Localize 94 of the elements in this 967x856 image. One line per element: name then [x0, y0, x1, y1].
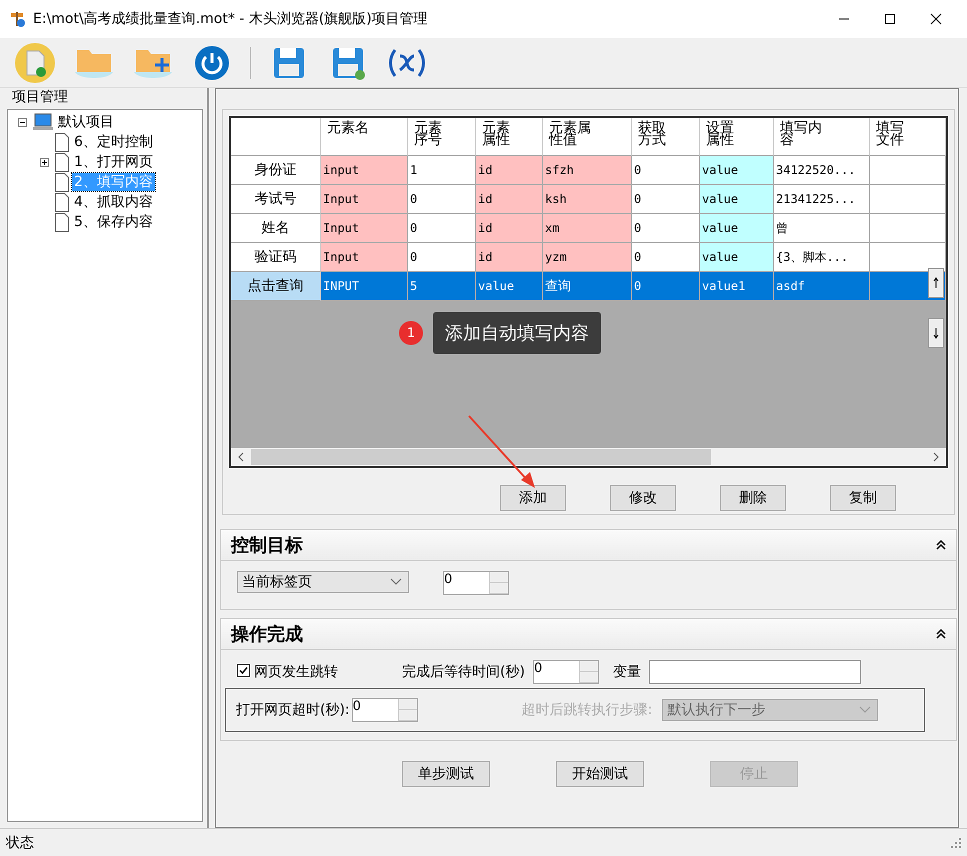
table-button[interactable]: 修改	[610, 485, 676, 511]
table-cell: 5	[408, 272, 476, 301]
table-cell: ksh	[543, 185, 632, 214]
computer-icon	[32, 113, 54, 131]
scroll-up-button[interactable]	[928, 268, 944, 298]
table-cell: 1	[408, 156, 476, 185]
variable-label: 变量	[612, 663, 641, 681]
table-cell: INPUT	[321, 272, 408, 301]
app-icon	[9, 10, 27, 28]
document-icon	[54, 192, 70, 212]
table-cell: 曾	[774, 214, 870, 243]
table-cell: 0	[632, 243, 700, 272]
tree-item[interactable]: 4、抓取内容	[72, 193, 155, 211]
document-icon	[54, 152, 70, 172]
table-button[interactable]: 删除	[720, 485, 786, 511]
timeout-spinner[interactable]: 0	[352, 698, 418, 722]
table-cell: 0	[408, 214, 476, 243]
chevron-right-icon[interactable]	[932, 452, 940, 462]
table-cell: id	[476, 156, 543, 185]
table-cell: input	[321, 156, 408, 185]
tree-item[interactable]: 5、保存内容	[72, 213, 155, 231]
target-dropdown[interactable]: 当前标签页	[237, 571, 409, 593]
table-cell: 0	[632, 156, 700, 185]
column-header: 填写文件	[870, 118, 946, 156]
table-cell: yzm	[543, 243, 632, 272]
table-cell: 34122520...	[774, 156, 870, 185]
arrow-up-icon	[933, 277, 939, 289]
table-cell: id	[476, 185, 543, 214]
table-cell: 0	[408, 243, 476, 272]
test-button[interactable]: 开始测试	[556, 761, 644, 787]
table-cell: value	[700, 185, 774, 214]
table-cell: {3、脚本...	[774, 243, 870, 272]
table-cell: value	[700, 156, 774, 185]
column-header: 元素名	[321, 118, 408, 156]
collapse-icon[interactable]	[936, 540, 946, 550]
column-header: 元素序号	[408, 118, 476, 156]
document-icon	[54, 172, 70, 192]
table-button[interactable]: 复制	[830, 485, 896, 511]
tree-item[interactable]: 6、定时控制	[72, 133, 155, 151]
wait-label: 完成后等待时间(秒)	[402, 663, 525, 681]
column-header: 元素属性值	[543, 118, 632, 156]
new-document-icon[interactable]	[14, 42, 56, 84]
section-title: 操作完成	[231, 623, 303, 646]
table-cell: value	[700, 214, 774, 243]
scroll-down-button[interactable]	[928, 318, 944, 348]
table-cell: 0	[632, 185, 700, 214]
table-cell: Input	[321, 185, 408, 214]
table-button[interactable]: 添加	[500, 485, 566, 511]
row-header[interactable]: 点击查询	[231, 272, 321, 301]
chevron-left-icon[interactable]	[237, 452, 245, 462]
test-button[interactable]: 单步测试	[402, 761, 490, 787]
collapse-icon[interactable]	[936, 629, 946, 639]
document-icon	[54, 132, 70, 152]
jump-label: 超时后跳转执行步骤:	[522, 701, 652, 719]
table-cell: xm	[543, 214, 632, 243]
status-text: 状态	[6, 834, 34, 852]
table-cell: sfzh	[543, 156, 632, 185]
tree-item[interactable]: 1、打开网页	[72, 153, 155, 171]
arrow-down-icon	[933, 327, 939, 339]
table-cell: 0	[632, 214, 700, 243]
horizontal-scrollbar[interactable]	[231, 448, 946, 466]
table-cell: value1	[700, 272, 774, 301]
column-header: 填写内容	[774, 118, 870, 156]
table-cell: value	[700, 243, 774, 272]
panel-title: 项目管理	[11, 88, 69, 106]
table-cell: id	[476, 243, 543, 272]
table-cell: 0	[632, 272, 700, 301]
tree-item[interactable]: 默认项目	[56, 113, 116, 131]
variable-field[interactable]	[648, 660, 861, 684]
column-header: 元素属性	[476, 118, 543, 156]
checkbox-label: 网页发生跳转	[254, 663, 338, 681]
caret-icon	[859, 706, 872, 714]
step-badge: 1	[399, 321, 423, 345]
expand-icon[interactable]	[40, 158, 52, 166]
table-cell: asdf	[774, 272, 870, 301]
table-cell: 0	[408, 185, 476, 214]
table-cell: id	[476, 214, 543, 243]
table-cell: Input	[321, 214, 408, 243]
document-icon	[54, 212, 70, 232]
caret-icon	[390, 578, 402, 586]
table-cell: Input	[321, 243, 408, 272]
tooltip: 1 添加自动填写内容	[399, 312, 601, 354]
resize-grip-icon[interactable]	[951, 838, 961, 848]
column-header: 获取方式	[632, 118, 700, 156]
table-cell: 21341225...	[774, 185, 870, 214]
window-title: E:\mot\高考成绩批量查询.mot* - 木头浏览器(旗舰版)项目管理	[33, 10, 429, 28]
wait-spinner[interactable]: 0	[532, 660, 599, 684]
table-cell: value	[476, 272, 543, 301]
index-spinner[interactable]: 0	[443, 571, 509, 595]
column-header: 设置属性	[700, 118, 774, 156]
timeout-label: 打开网页超时(秒):	[236, 701, 350, 719]
collapse-icon[interactable]	[18, 118, 30, 126]
section-title: 控制目标	[231, 534, 303, 557]
table-cell: 查询	[543, 272, 632, 301]
